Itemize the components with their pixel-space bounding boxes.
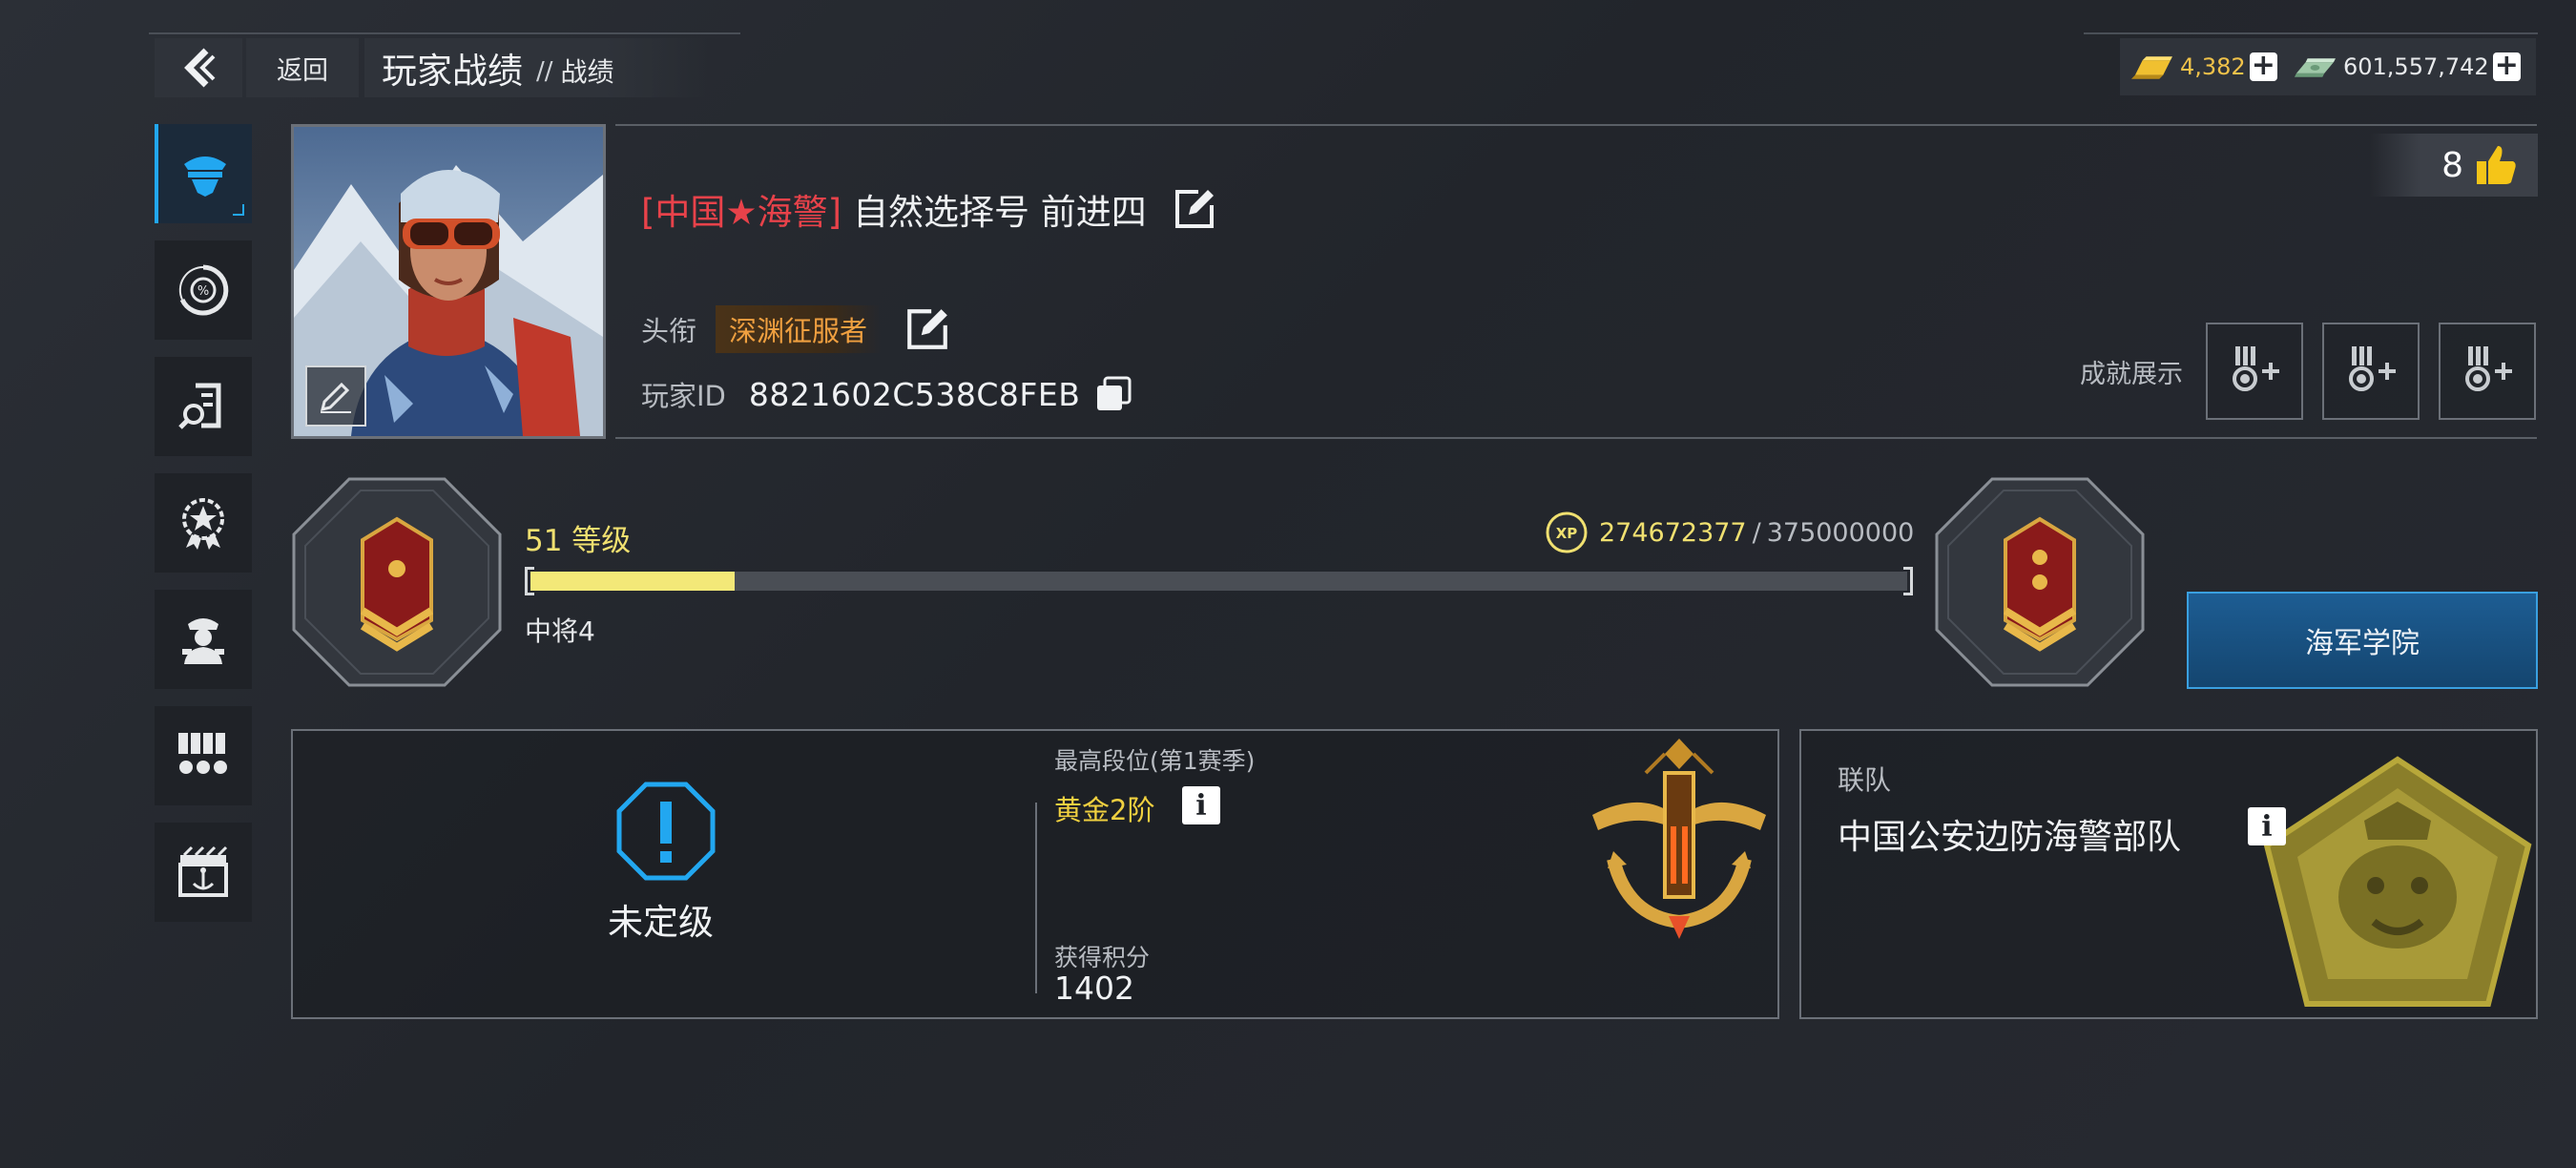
player-id-label: 玩家ID	[641, 380, 726, 412]
card-divider	[1035, 803, 1037, 993]
page-subtitle: 战绩	[560, 56, 614, 88]
xp-current: 274672377	[1599, 518, 1747, 548]
exclamation-octagon-icon	[616, 782, 716, 881]
sidebar-item-profile[interactable]	[155, 124, 252, 223]
info-icon: i	[1195, 788, 1207, 823]
page-title: 玩家战绩	[382, 51, 523, 92]
xp-total: 375000000	[1766, 518, 1915, 548]
player-name-row: [中国★海警] 自然选择号 前进四	[641, 183, 1217, 235]
title-badge: 深渊征服者	[716, 305, 882, 353]
xp-separator: /	[1752, 518, 1761, 548]
currency-bar: 4,382 + 601,557,742 +	[2120, 38, 2536, 95]
title-label: 头衔	[641, 315, 697, 347]
achievement-slot-3[interactable]	[2439, 323, 2536, 420]
achievements-label: 成就展示	[2080, 360, 2183, 389]
rank-name: 中将4	[525, 615, 595, 647]
medal-rack-icon	[178, 733, 227, 774]
avatar-edit-button[interactable]	[305, 365, 366, 427]
admiral-portrait-icon	[182, 618, 224, 664]
sidebar-item-harbor[interactable]	[155, 823, 252, 922]
gold-bar-icon	[2130, 56, 2172, 79]
unranked-status: 未定级	[608, 902, 714, 943]
add-gold-button[interactable]: +	[2249, 48, 2278, 82]
xp-track	[530, 572, 1907, 591]
profile-divider-bottom	[615, 437, 2537, 439]
page-title-bar: 玩家战绩 // 战绩	[364, 38, 708, 97]
bar-right-cap	[1903, 567, 1913, 595]
team-card: 联队 中国公安边防海警部队 i	[1799, 729, 2538, 1019]
player-id-value: 8821602C538C8FEB	[748, 375, 1081, 413]
sidebar-item-records[interactable]	[155, 357, 252, 456]
info-icon: i	[2261, 809, 2273, 844]
add-medal-icon	[2465, 346, 2512, 391]
star-medal-icon	[182, 498, 224, 550]
title-separator: //	[536, 57, 553, 86]
player-id-row: 玩家ID 8821602C538C8FEB	[641, 374, 1133, 414]
naval-academy-button[interactable]: 海军学院	[2187, 592, 2538, 689]
next-rank-insignia-icon	[1935, 477, 2145, 687]
back-button[interactable]	[155, 38, 242, 97]
plus-icon: +	[2251, 48, 2275, 82]
level-label: 51 等级	[525, 524, 632, 558]
points-value: 1402	[1054, 970, 1134, 1007]
gold-rank-anchor-emblem-icon	[1592, 739, 1766, 939]
points-label: 获得积分	[1054, 944, 1151, 971]
profile-divider-top	[615, 124, 2537, 126]
sidebar-item-commander[interactable]	[155, 590, 252, 689]
edit-pencil-icon	[320, 382, 351, 413]
current-rank-insignia-icon	[292, 477, 502, 687]
percent-gauge-icon: %	[178, 264, 229, 316]
add-cash-button[interactable]: +	[2492, 48, 2521, 82]
topbar-right-divider	[2084, 32, 2538, 34]
likes-counter[interactable]: 8	[2370, 134, 2538, 197]
svg-text:XP: XP	[1556, 525, 1578, 542]
team-info-button[interactable]: i	[2248, 807, 2286, 845]
xp-progress-bar	[525, 567, 1913, 595]
clan-tag: [中国★海警]	[641, 192, 842, 233]
best-rank-value: 黄金2阶	[1054, 794, 1155, 826]
svg-text:%: %	[197, 284, 209, 299]
anchor-gate-icon	[178, 845, 228, 897]
edit-title-icon[interactable]	[904, 305, 951, 353]
topbar-divider	[149, 32, 740, 34]
active-corner-marker	[233, 204, 244, 216]
xp-fill	[530, 572, 736, 591]
likes-count: 8	[2441, 145, 2463, 185]
plus-icon: +	[2494, 48, 2519, 82]
player-title-row: 头衔 深渊征服者	[641, 305, 951, 353]
player-name: 自然选择号 前进四	[853, 192, 1147, 233]
officer-cap-icon	[184, 156, 226, 197]
edit-name-icon[interactable]	[1172, 186, 1217, 232]
ranked-card: 未定级 最高段位(第1赛季) 黄金2阶 i 获得积分 1402	[291, 729, 1779, 1019]
magnifier-report-icon	[178, 383, 221, 429]
add-medal-icon	[2349, 346, 2396, 391]
xp-progress-text: 274672377/375000000	[1599, 518, 1914, 548]
best-rank-info-button[interactable]: i	[1182, 786, 1220, 824]
best-rank-label: 最高段位(第1赛季)	[1054, 747, 1256, 775]
gold-amount: 4,382	[2179, 53, 2246, 80]
sidebar-item-achievements[interactable]	[155, 473, 252, 573]
sidebar-item-stats[interactable]: %	[155, 240, 252, 340]
achievement-slot-2[interactable]	[2322, 323, 2420, 420]
cash-stack-icon	[2294, 58, 2336, 77]
back-label[interactable]: 返回	[246, 38, 359, 97]
xp-icon: XP	[1546, 511, 1588, 553]
team-shield-emblem-icon	[2263, 756, 2532, 1007]
achievement-slot-1[interactable]	[2206, 323, 2303, 420]
copy-icon[interactable]	[1093, 374, 1133, 414]
team-label: 联队	[1838, 764, 1892, 796]
sidebar-item-medals[interactable]	[155, 706, 252, 805]
add-medal-icon	[2233, 346, 2279, 391]
cash-amount: 601,557,742	[2342, 53, 2489, 80]
thumbs-up-icon	[2477, 146, 2516, 184]
chevron-left-icon	[184, 48, 216, 88]
team-name: 中国公安边防海警部队	[1838, 818, 2182, 857]
